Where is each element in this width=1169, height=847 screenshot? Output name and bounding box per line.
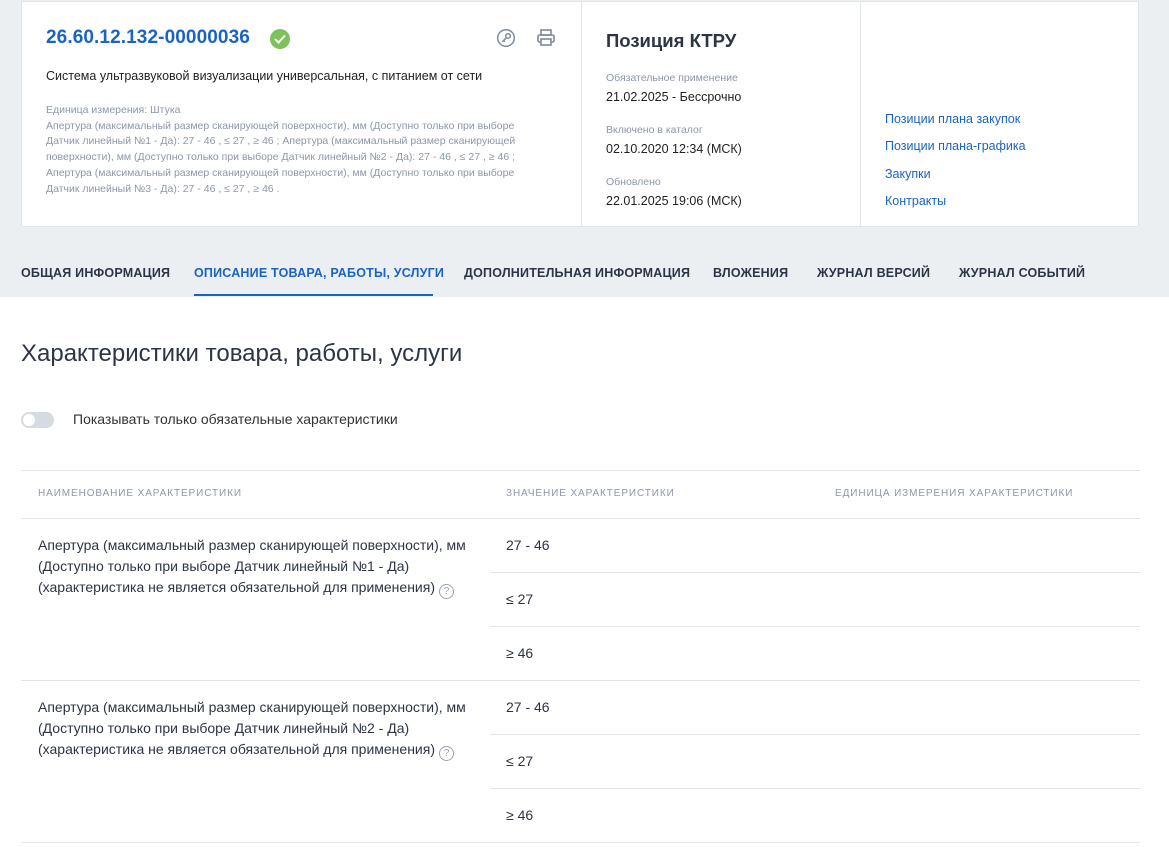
link-schedule-positions[interactable]: Позиции плана-графика bbox=[885, 139, 1026, 153]
toggle-label: Показывать только обязательные характери… bbox=[73, 411, 398, 427]
table-cell-value: ≤ 27 bbox=[506, 753, 534, 769]
mandatory-label: Обязательное применение bbox=[606, 72, 738, 84]
value-divider bbox=[490, 572, 1140, 573]
link-contracts[interactable]: Контракты bbox=[885, 194, 946, 208]
header-unit: ЕДИНИЦА ИЗМЕРЕНИЯ ХАРАКТЕРИСТИКИ bbox=[835, 488, 1074, 499]
name-line: (Доступно только при выборе Датчик линей… bbox=[38, 720, 410, 736]
value-divider bbox=[490, 734, 1140, 735]
tab-additional-info[interactable]: ДОПОЛНИТЕЛЬНАЯ ИНФОРМАЦИЯ bbox=[464, 266, 690, 280]
name-line: (характеристика не является обязательной… bbox=[38, 741, 435, 757]
updated-value: 22.01.2025 19:06 (МСК) bbox=[606, 194, 742, 208]
table-top-border bbox=[21, 470, 1140, 471]
row-divider bbox=[21, 842, 1140, 843]
included-label: Включено в каталог bbox=[606, 124, 703, 136]
mandatory-only-toggle[interactable] bbox=[21, 412, 54, 428]
active-tab-indicator bbox=[194, 294, 433, 296]
details-line: Единица измерения: Штука bbox=[46, 104, 181, 116]
tab-general-info[interactable]: ОБЩАЯ ИНФОРМАЦИЯ bbox=[21, 266, 170, 280]
link-plan-positions[interactable]: Позиции плана закупок bbox=[885, 112, 1020, 126]
details-line: Апертура (максимальный размер сканирующе… bbox=[46, 119, 515, 132]
ktru-name: Система ультразвуковой визуализации унив… bbox=[46, 69, 483, 83]
row-divider bbox=[21, 680, 1140, 681]
position-title: Позиция КТРУ bbox=[606, 30, 737, 51]
help-icon[interactable]: ? bbox=[439, 746, 454, 761]
table-cell-value: ≥ 46 bbox=[506, 807, 534, 823]
tab-version-log[interactable]: ЖУРНАЛ ВЕРСИЙ bbox=[817, 266, 930, 280]
name-line: Апертура (максимальный размер сканирующе… bbox=[38, 699, 466, 715]
table-cell-value: 27 - 46 bbox=[506, 699, 550, 715]
table-row-name: Апертура (максимальный размер сканирующе… bbox=[38, 535, 483, 599]
table-cell-value: ≤ 27 bbox=[506, 591, 534, 607]
check-circle-icon bbox=[270, 29, 290, 49]
link-purchases[interactable]: Закупки bbox=[885, 167, 931, 181]
value-divider bbox=[490, 788, 1140, 789]
ktru-code: 26.60.12.132-00000036 bbox=[46, 27, 250, 48]
key-icon[interactable] bbox=[496, 28, 516, 48]
toggle-knob bbox=[23, 414, 35, 426]
details-line: Апертура (максимальный размер сканирующе… bbox=[46, 166, 515, 179]
name-line: (характеристика не является обязательной… bbox=[38, 579, 435, 595]
name-line: Апертура (максимальный размер сканирующе… bbox=[38, 537, 466, 553]
ktru-card: 26.60.12.132-00000036 Система ультразвук… bbox=[21, 1, 1139, 227]
table-row-name: Апертура (максимальный размер сканирующе… bbox=[38, 697, 483, 761]
printer-icon[interactable] bbox=[536, 28, 556, 48]
name-line: (Доступно только при выборе Датчик линей… bbox=[38, 558, 410, 574]
ktru-details: Единица измерения: Штука Апертура (макси… bbox=[46, 103, 556, 197]
header-name: НАИМЕНОВАНИЕ ХАРАКТЕРИСТИКИ bbox=[38, 488, 242, 499]
tab-event-log[interactable]: ЖУРНАЛ СОБЫТИЙ bbox=[959, 266, 1085, 280]
table-cell-value: 27 - 46 bbox=[506, 537, 550, 553]
table-cell-value: ≥ 46 bbox=[506, 645, 534, 661]
card-links-column: Позиции плана закупок Позиции плана-граф… bbox=[860, 2, 1139, 226]
tab-description[interactable]: ОПИСАНИЕ ТОВАРА, РАБОТЫ, УСЛУГИ bbox=[194, 266, 444, 280]
tab-attachments[interactable]: ВЛОЖЕНИЯ bbox=[713, 266, 788, 280]
section-title: Характеристики товара, работы, услуги bbox=[21, 340, 463, 367]
included-value: 02.10.2020 12:34 (МСК) bbox=[606, 142, 742, 156]
header-value: ЗНАЧЕНИЕ ХАРАКТЕРИСТИКИ bbox=[506, 488, 675, 499]
help-icon[interactable]: ? bbox=[439, 584, 454, 599]
header-divider bbox=[21, 518, 1140, 519]
details-line: Датчик линейный №3 - Да): 27 - 46 , ≤ 27… bbox=[46, 182, 280, 195]
card-position-column: Позиция КТРУ Обязательное применение 21.… bbox=[581, 2, 861, 226]
details-line: Датчик линейный №1 - Да): 27 - 46 , ≤ 27… bbox=[46, 135, 516, 148]
value-divider bbox=[490, 626, 1140, 627]
card-main-column: 26.60.12.132-00000036 Система ультразвук… bbox=[22, 2, 581, 226]
details-line: поверхности), мм (Доступно только при вы… bbox=[46, 151, 515, 164]
mandatory-value: 21.02.2025 - Бессрочно bbox=[606, 90, 742, 104]
updated-label: Обновлено bbox=[606, 176, 661, 188]
